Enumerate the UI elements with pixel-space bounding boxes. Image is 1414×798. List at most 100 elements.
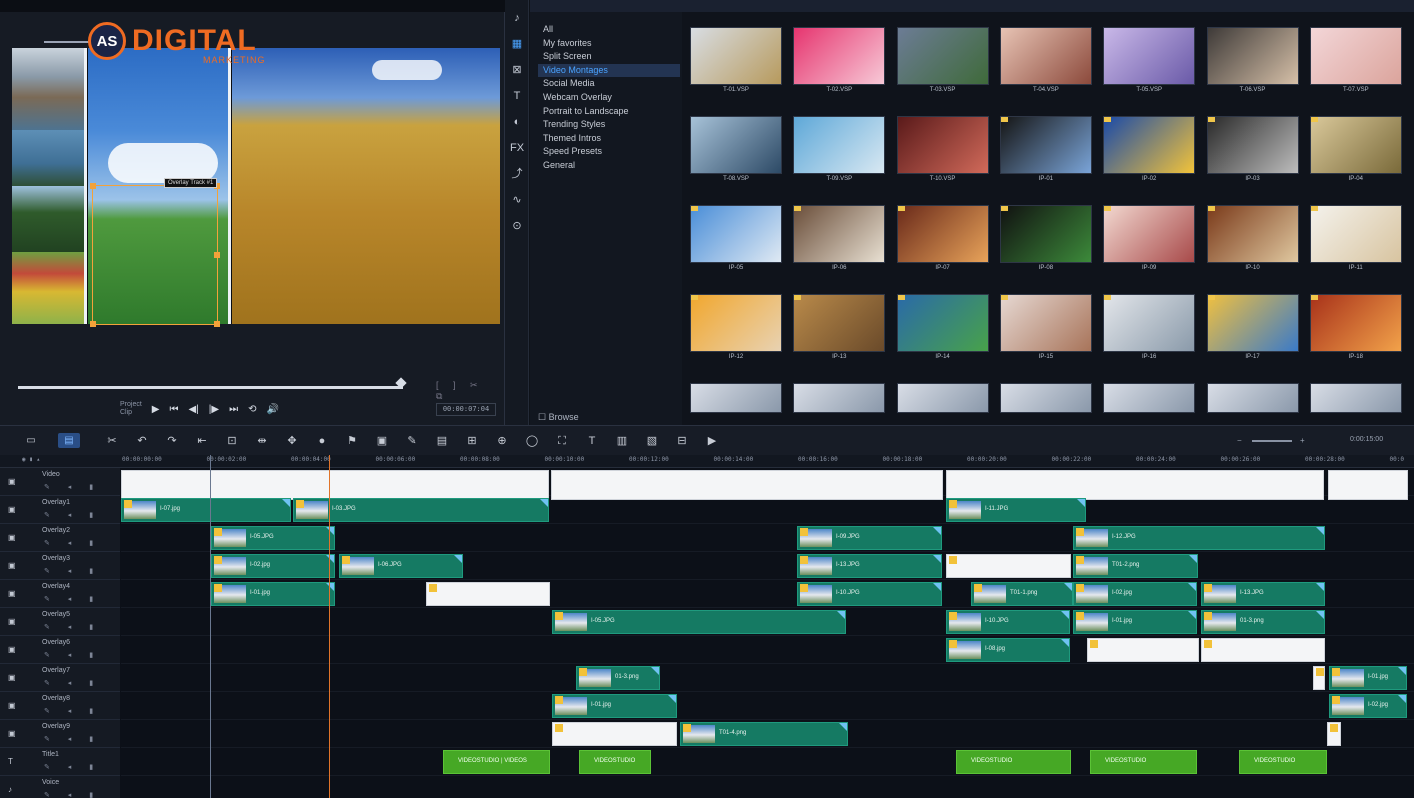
track-lane[interactable]: I-07.jpg I-03.JPG I-11.JPG [121,496,1414,524]
current-time-indicator[interactable] [329,455,330,798]
track-controls[interactable]: ✎ ◂ ▮ [44,735,101,743]
zoom-slider[interactable] [1252,440,1292,442]
title-clip[interactable]: VIDEOSTUDIO [1090,750,1197,774]
template-preview-image[interactable] [1309,383,1402,413]
instant-project-icon[interactable]: ▦ [509,36,525,52]
category-item[interactable]: Themed Intros [538,132,680,146]
timeline-tool-button[interactable]: ● [314,434,330,448]
track-lane[interactable]: I-05.JPG I-09.JPG I-12.JPG [121,524,1414,552]
playback-control-button[interactable]: ⏮ [170,404,179,415]
split-divider-right[interactable] [228,48,231,324]
resize-handle[interactable] [90,321,96,327]
title-icon[interactable]: T [509,88,525,104]
media-clip[interactable]: I-05.JPG [552,610,846,634]
storyboard-view-button[interactable]: ▭ [20,433,42,448]
track-header[interactable]: ▣ Video ✎ ◂ ▮ [0,468,120,496]
media-clip[interactable]: I-06.JPG [339,554,463,578]
track-lane[interactable]: I-05.JPG I-10.JPG I-01.jpg 01-3.png [121,608,1414,636]
media-clip[interactable]: I-02.jpg [1329,694,1407,718]
track-controls[interactable]: ✎ ◂ ▮ [44,763,101,771]
media-clip[interactable]: T01-2.png [1073,554,1198,578]
track-header[interactable]: T Title1 ✎ ◂ ▮ [0,748,120,776]
track-lane[interactable]: 01-3.png I-01.jpg [121,664,1414,692]
timeline-tool-button[interactable]: ▤ [434,434,450,448]
track-header[interactable]: ▣ Overlay3 ✎ ◂ ▮ [0,552,120,580]
track-controls[interactable]: ✎ ◂ ▮ [44,791,101,798]
playback-control-button[interactable]: ▶ [152,404,160,415]
template-preview-image[interactable] [999,383,1092,413]
media-clip[interactable]: I-10.JPG [946,610,1070,634]
timeline-view-button[interactable]: ▤ [58,433,80,448]
category-item[interactable]: Video Montages [538,63,680,78]
template-thumbnail[interactable]: T-01.VSP [690,27,782,97]
media-clip[interactable]: I-01.jpg [211,582,335,606]
media-clip[interactable] [1201,638,1325,662]
track-header[interactable]: ▣ Overlay8 ✎ ◂ ▮ [0,692,120,720]
media-clip[interactable]: T01-1.png [971,582,1073,606]
media-clip[interactable] [1087,638,1199,662]
template-thumbnail[interactable]: T-10.VSP [896,116,989,186]
track-controls[interactable]: ✎ ◂ ▮ [44,679,101,687]
timeline-tool-button[interactable]: ↷ [164,434,180,448]
media-clip[interactable]: I-10.JPG [797,582,942,606]
template-thumbnail[interactable]: IP-13 [793,294,886,364]
media-clip[interactable]: 01-3.png [1201,610,1325,634]
media-clip[interactable]: I-05.JPG [211,526,335,550]
media-clip[interactable]: I-13.JPG [1201,582,1325,606]
transition-icon[interactable]: ⊠ [509,62,525,78]
track-lane[interactable]: T01-4.png [121,720,1414,748]
media-clip[interactable]: 01-3.png [576,666,660,690]
playback-control-button[interactable]: 🔊 [266,404,278,415]
media-clip[interactable]: I-09.JPG [797,526,942,550]
media-clip[interactable]: I-03.JPG [293,498,549,522]
motion-icon[interactable]: ∿ [509,192,525,208]
media-clip[interactable]: I-12.JPG [1073,526,1325,550]
template-thumbnail[interactable]: T-03.VSP [896,27,989,97]
media-clip[interactable]: I-07.jpg [121,498,291,522]
template-thumbnail[interactable]: T-08.VSP [690,116,782,186]
ruler-controls[interactable]: ◉ ▮ ▴ [22,456,40,463]
timeline-tool-button[interactable]: ✎ [404,434,420,448]
timeline-tool-button[interactable]: ⛶ [554,434,570,448]
playback-control-button[interactable]: ⏭ [229,404,238,415]
template-thumbnail[interactable]: T-07.VSP [1309,27,1402,97]
timeline-tool-button[interactable]: ▣ [374,434,390,448]
category-item[interactable]: My favorites [538,37,680,51]
track-lane[interactable]: VIDEOSTUDIO | VIDEOS VIDEOSTUDIO VIDEOSTUD… [121,748,1414,776]
track-controls[interactable]: ✎ ◂ ▮ [44,595,101,603]
template-thumbnail[interactable]: IP-18 [1309,294,1402,364]
template-preview-image[interactable] [690,383,782,413]
timeline-tool-button[interactable]: ⊡ [224,434,240,448]
timeline-tool-button[interactable]: ⚑ [344,434,360,448]
template-thumbnail[interactable]: IP-09 [1103,205,1196,275]
timeline-tool-button[interactable]: ✂ [104,434,120,448]
category-item[interactable]: General [538,159,680,173]
media-clip[interactable]: I-01.jpg [1329,666,1407,690]
track-lane[interactable] [121,468,1414,500]
template-thumbnail[interactable]: IP-05 [690,205,782,275]
media-clip[interactable]: I-02.jpg [1073,582,1197,606]
track-header[interactable]: ▣ Overlay1 ✎ ◂ ▮ [0,496,120,524]
template-preview-image[interactable] [1206,383,1299,413]
category-item[interactable]: Social Media [538,77,680,91]
zoom-out-icon[interactable]: − [1237,436,1242,445]
template-thumbnail[interactable]: IP-01 [999,116,1092,186]
browse-button[interactable]: ☐ Browse [538,412,579,423]
timeline-tool-button[interactable]: ▶ [704,434,720,448]
media-clip[interactable] [946,554,1071,578]
filter-icon[interactable]: FX [509,140,525,156]
media-clip[interactable]: I-01.jpg [1073,610,1197,634]
split-divider-left[interactable] [84,48,87,324]
playback-control-button[interactable]: |▶ [209,404,219,415]
template-thumbnail[interactable]: IP-08 [999,205,1092,275]
template-thumbnail[interactable]: IP-12 [690,294,782,364]
track-lane[interactable]: I-01.jpg I-02.jpg [121,692,1414,720]
media-clip[interactable]: I-01.jpg [552,694,677,718]
title-clip[interactable]: VIDEOSTUDIO | VIDEOS [443,750,550,774]
template-thumbnail[interactable]: IP-14 [896,294,989,364]
reverse-icon[interactable]: ⊙ [509,218,525,234]
template-thumbnail[interactable]: T-09.VSP [793,116,886,186]
template-preview-image[interactable] [793,383,886,413]
zoom-in-icon[interactable]: + [1300,436,1305,445]
category-item[interactable]: Split Screen [538,50,680,64]
